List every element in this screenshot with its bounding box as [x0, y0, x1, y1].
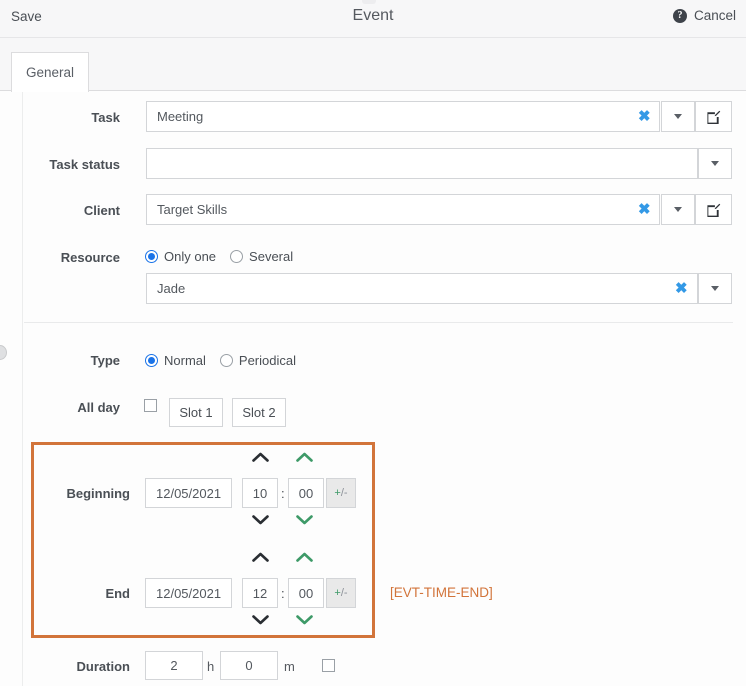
type-radio-periodical-label: Periodical — [239, 353, 296, 368]
end-date-value: 12/05/2021 — [156, 586, 221, 601]
edit-pencil-icon — [706, 202, 721, 217]
beginning-label: Beginning — [40, 486, 130, 501]
duration-minutes-unit: m — [284, 659, 295, 674]
chevron-down-icon — [674, 114, 682, 119]
end-hours-down-button[interactable] — [252, 614, 269, 625]
client-value: Target Skills — [157, 202, 649, 217]
window-topbar: Save Event ? Cancel — [0, 0, 746, 38]
duration-minutes-input[interactable]: 0 — [220, 651, 278, 680]
beginning-time-separator: : — [281, 486, 285, 501]
task-clear-icon[interactable]: ✖ — [638, 109, 651, 124]
edit-pencil-icon — [706, 109, 721, 124]
duration-hours-unit: h — [207, 659, 214, 674]
slot-2-button[interactable]: Slot 2 — [232, 398, 286, 427]
resource-clear-icon[interactable]: ✖ — [675, 281, 688, 296]
beginning-minutes-up-button[interactable] — [296, 452, 313, 463]
chevron-down-icon — [711, 161, 719, 166]
resource-label: Resource — [30, 250, 120, 265]
resource-radio-several[interactable] — [230, 250, 243, 263]
type-radio-normal[interactable] — [145, 354, 158, 367]
type-radio-normal-label: Normal — [164, 353, 206, 368]
duration-minutes-value: 0 — [245, 658, 252, 673]
resource-radio-group: Only one Several — [145, 249, 307, 264]
topbar-right-group: ? Cancel — [673, 8, 736, 23]
end-label: End — [40, 586, 130, 601]
type-radio-group: Normal Periodical — [145, 353, 310, 368]
slot-1-button[interactable]: Slot 1 — [169, 398, 223, 427]
end-minutes-up-button[interactable] — [296, 552, 313, 563]
task-status-dropdown-button[interactable] — [698, 148, 732, 179]
client-label: Client — [30, 203, 120, 218]
end-hours-up-button[interactable] — [252, 552, 269, 563]
resource-radio-several-label: Several — [249, 249, 293, 264]
task-status-input[interactable] — [146, 148, 698, 179]
annotation-evt-time-end: [EVT-TIME-END] — [390, 585, 493, 600]
all-day-label: All day — [30, 400, 120, 415]
tab-general[interactable]: General — [11, 52, 89, 92]
beginning-date-value: 12/05/2021 — [156, 486, 221, 501]
client-input[interactable]: Target Skills — [146, 194, 660, 225]
beginning-minutes-down-button[interactable] — [296, 514, 313, 525]
type-radio-periodical[interactable] — [220, 354, 233, 367]
resource-input[interactable]: Jade — [146, 273, 698, 304]
page-title: Event — [0, 7, 746, 25]
resource-radio-only-one-label: Only one — [164, 249, 216, 264]
beginning-plusminus-label: +/- — [334, 487, 347, 499]
resource-value: Jade — [157, 281, 687, 296]
beginning-date-input[interactable]: 12/05/2021 — [145, 478, 232, 508]
end-minutes-value: 00 — [299, 586, 313, 601]
beginning-minutes-value: 00 — [299, 486, 313, 501]
beginning-hours-down-button[interactable] — [252, 514, 269, 525]
task-label: Task — [30, 110, 120, 125]
tab-strip: General — [0, 38, 746, 91]
end-plusminus-label: +/- — [334, 587, 347, 599]
duration-hours-input[interactable]: 2 — [145, 651, 203, 680]
beginning-hours-input[interactable]: 10 — [242, 478, 278, 508]
end-minutes-input[interactable]: 00 — [288, 578, 324, 608]
duration-checkbox[interactable] — [322, 659, 335, 672]
resource-radio-only-one[interactable] — [145, 250, 158, 263]
beginning-hours-up-button[interactable] — [252, 452, 269, 463]
chevron-down-icon — [674, 207, 682, 212]
task-status-label: Task status — [30, 157, 120, 172]
client-edit-button[interactable] — [695, 194, 732, 225]
beginning-hours-value: 10 — [253, 486, 267, 501]
client-clear-icon[interactable]: ✖ — [638, 202, 651, 217]
task-edit-button[interactable] — [695, 101, 732, 132]
type-label: Type — [30, 353, 120, 368]
end-minutes-down-button[interactable] — [296, 614, 313, 625]
task-value: Meeting — [157, 109, 649, 124]
duration-hours-value: 2 — [170, 658, 177, 673]
beginning-minutes-input[interactable]: 00 — [288, 478, 324, 508]
beginning-plusminus-button[interactable]: +/- — [326, 478, 356, 508]
task-input[interactable]: Meeting — [146, 101, 660, 132]
end-plusminus-button[interactable]: +/- — [326, 578, 356, 608]
end-time-separator: : — [281, 586, 285, 601]
section-divider — [24, 322, 733, 323]
help-circle-icon[interactable]: ? — [673, 9, 687, 23]
task-dropdown-button[interactable] — [661, 101, 695, 132]
cancel-button[interactable]: Cancel — [694, 8, 736, 23]
duration-label: Duration — [40, 659, 130, 674]
all-day-checkbox[interactable] — [144, 399, 157, 412]
client-dropdown-button[interactable] — [661, 194, 695, 225]
chevron-down-icon — [711, 286, 719, 291]
end-date-input[interactable]: 12/05/2021 — [145, 578, 232, 608]
end-hours-input[interactable]: 12 — [242, 578, 278, 608]
clipped-top-glyph — [362, 0, 376, 4]
resource-dropdown-button[interactable] — [698, 273, 732, 304]
panel-left-divider — [22, 91, 23, 686]
end-hours-value: 12 — [253, 586, 267, 601]
